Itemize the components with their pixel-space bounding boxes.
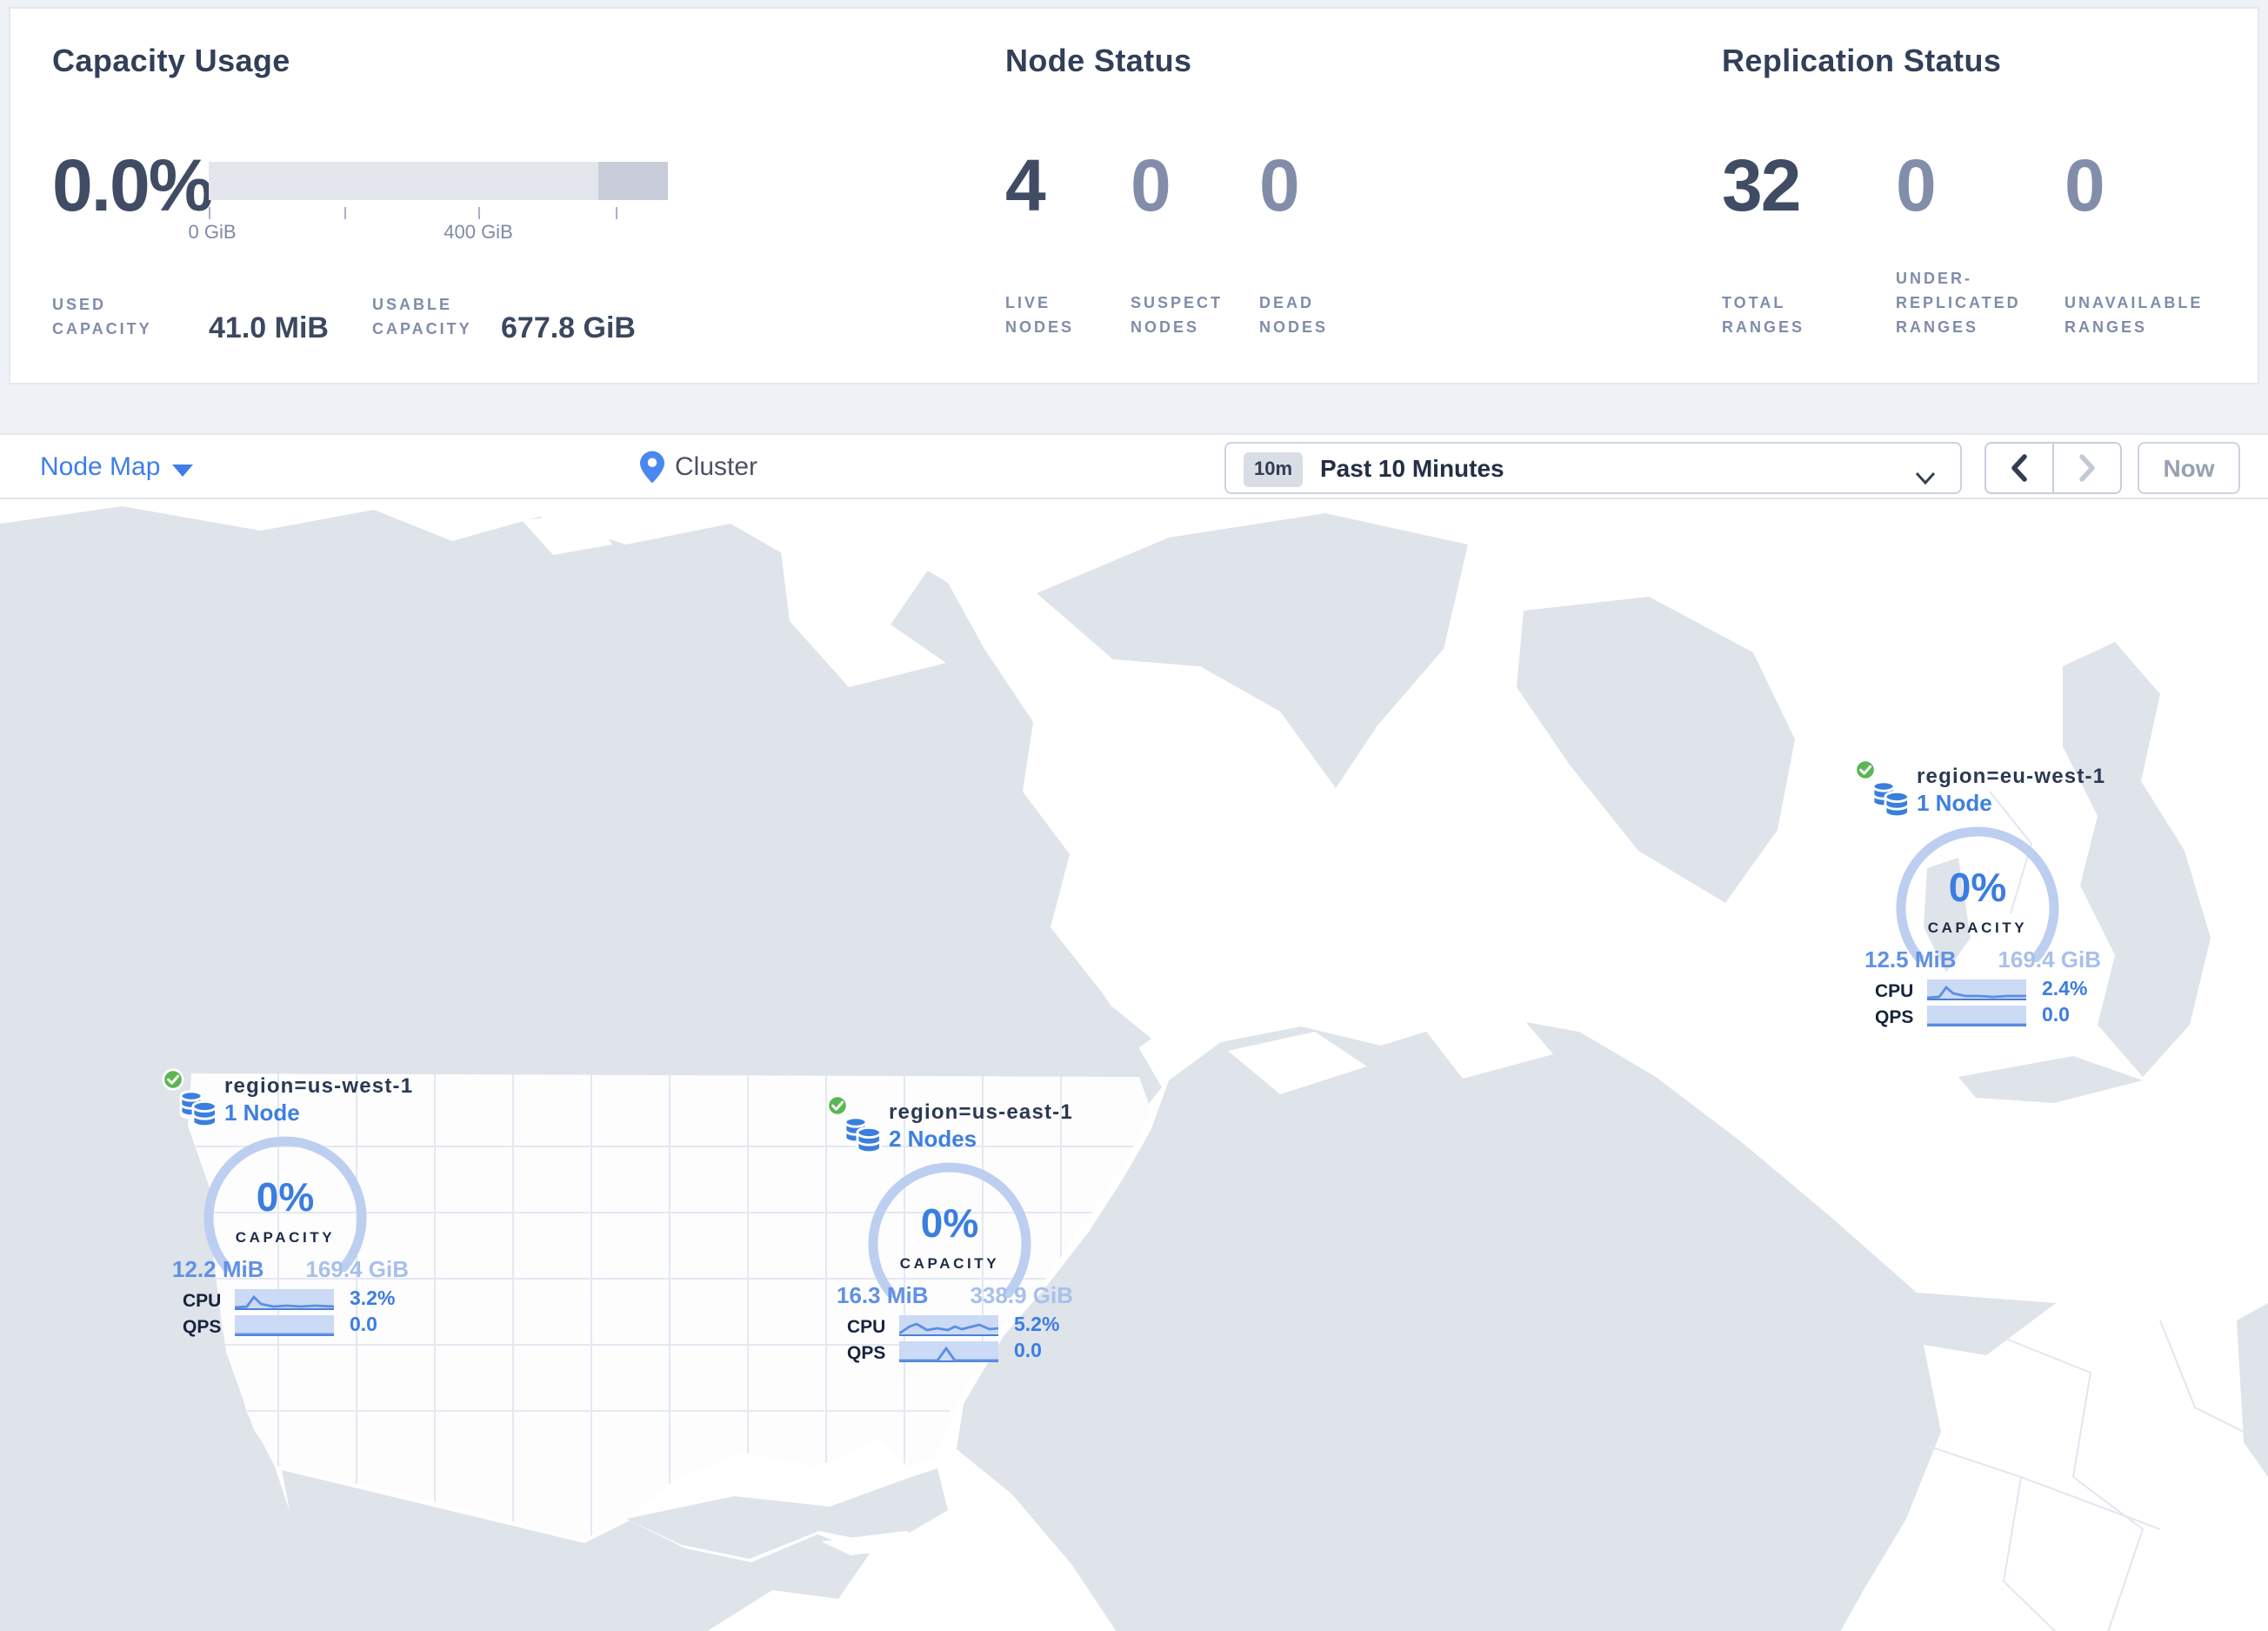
view-selector-dropdown[interactable]: Node Map [40, 452, 160, 482]
location-pin-icon [640, 451, 664, 492]
cpu-value: 2.4% [2042, 979, 2088, 1000]
region-name: region=us-west-1 [224, 1073, 414, 1098]
qps-sparkline [235, 1315, 334, 1336]
capacity-axis-tick [209, 207, 210, 219]
step-forward-button[interactable] [2053, 444, 2120, 492]
capacity-gauge-arc [202, 1134, 369, 1310]
node-map[interactable]: region=us-west-1 1 Node 0% CAPACITY 12.2… [0, 499, 2268, 1631]
capacity-gauge-percent: 0% [256, 1174, 315, 1220]
qps-sparkline [1927, 1006, 2026, 1026]
qps-value: 0.0 [2042, 1006, 2070, 1026]
database-icon [842, 1112, 884, 1166]
time-step-controls [1984, 442, 2122, 494]
dead-nodes-count: 0 [1259, 144, 1300, 226]
qps-label: QPS [847, 1343, 886, 1364]
capacity-gauge-percent: 0% [920, 1200, 979, 1246]
region-used-capacity: 12.5 MiB [1864, 946, 1957, 973]
node-status-title: Node Status [1005, 43, 1192, 78]
replication-status-title: Replication Status [1722, 43, 2002, 78]
usable-capacity-label: USABLE CAPACITY [372, 296, 472, 338]
usable-capacity-value: 677.8 GiB [501, 311, 636, 344]
time-range-select[interactable]: 10m Past 10 Minutes [1224, 442, 1962, 494]
qps-label: QPS [1875, 1007, 1914, 1028]
cpu-value: 5.2% [1014, 1315, 1060, 1336]
cpu-value: 3.2% [350, 1289, 396, 1310]
capacity-usage-bar [209, 162, 668, 200]
capacity-gauge-arc [1894, 825, 2061, 1000]
cluster-summary-panel: Capacity Usage 0.0% 0 GiB 400 GiB USED C… [9, 7, 2259, 384]
suspect-nodes-label: SUSPECT NODES [1131, 294, 1224, 336]
step-back-button[interactable] [1986, 444, 2053, 492]
cpu-sparkline [898, 1315, 999, 1336]
now-button[interactable]: Now [2138, 442, 2240, 494]
region-total-capacity: 169.4 GiB [305, 1256, 409, 1282]
used-capacity-label: USED CAPACITY [52, 296, 152, 338]
capacity-usage-percent: 0.0% [52, 144, 213, 226]
map-toolbar: Node Map Cluster 10m Past 10 Minutes Now [0, 433, 2268, 499]
time-range-label: Past 10 Minutes [1320, 454, 1504, 482]
region-nodes-link[interactable]: 2 Nodes [889, 1126, 977, 1152]
database-icon [177, 1086, 219, 1140]
region-used-capacity: 16.3 MiB [837, 1282, 929, 1308]
region-marker-eu-west-1[interactable]: region=eu-west-1 1 Node 0% CAPACITY 12.5… [1854, 759, 2115, 1037]
region-name: region=us-east-1 [889, 1100, 1073, 1124]
region-total-capacity: 338.9 GiB [970, 1282, 1073, 1308]
world-map [0, 499, 2268, 1631]
region-marker-us-west-1[interactable]: region=us-west-1 1 Node 0% CAPACITY 12.2… [162, 1068, 423, 1347]
chevron-down-icon [1915, 463, 1936, 494]
breadcrumb[interactable]: Cluster [675, 452, 757, 482]
chevron-down-icon [172, 465, 193, 477]
capacity-gauge-label: CAPACITY [1927, 919, 2028, 936]
unavailable-ranges-count: 0 [2065, 144, 2105, 226]
live-nodes-count: 4 [1005, 144, 1046, 226]
database-icon [1870, 776, 1911, 830]
cpu-label: CPU [1875, 981, 1914, 1002]
cpu-label: CPU [847, 1317, 886, 1338]
suspect-nodes-count: 0 [1131, 144, 1171, 226]
region-nodes-link[interactable]: 1 Node [1917, 790, 1992, 816]
capacity-gauge-label: CAPACITY [235, 1228, 336, 1246]
total-ranges-count: 32 [1722, 144, 1801, 226]
under-replicated-ranges-count: 0 [1896, 144, 1937, 226]
qps-label: QPS [183, 1317, 222, 1338]
time-range-badge: 10m [1244, 452, 1304, 487]
capacity-axis-label-0: 0 GiB [188, 223, 237, 244]
region-name: region=eu-west-1 [1917, 764, 2106, 788]
region-used-capacity: 12.2 MiB [172, 1256, 264, 1282]
capacity-usage-bar-reserved [598, 162, 668, 200]
capacity-axis-tick [478, 207, 480, 219]
cpu-sparkline [1926, 979, 2026, 1000]
qps-sparkline [899, 1341, 998, 1362]
capacity-axis-tick [616, 207, 617, 219]
qps-value: 0.0 [1014, 1341, 1042, 1362]
capacity-gauge-arc [866, 1160, 1033, 1336]
unavailable-ranges-label: UNAVAILABLE RANGES [2065, 294, 2204, 336]
under-replicated-ranges-label: UNDER-REPLICATED RANGES [1896, 270, 2021, 336]
live-nodes-label: LIVE NODES [1005, 294, 1075, 336]
capacity-usage-title: Capacity Usage [52, 43, 290, 78]
region-marker-us-east-1[interactable]: region=us-east-1 2 Nodes 0% CAPACITY 16.… [826, 1094, 1087, 1373]
cpu-label: CPU [183, 1291, 222, 1312]
capacity-gauge-percent: 0% [1948, 865, 2007, 910]
capacity-gauge-label: CAPACITY [899, 1254, 1000, 1272]
dead-nodes-label: DEAD NODES [1259, 294, 1329, 336]
total-ranges-label: TOTAL RANGES [1722, 294, 1805, 336]
cpu-sparkline [234, 1289, 335, 1310]
region-total-capacity: 169.4 GiB [1998, 946, 2101, 973]
capacity-axis-label-400: 400 GiB [444, 223, 513, 244]
region-nodes-link[interactable]: 1 Node [224, 1100, 300, 1126]
capacity-axis-tick [344, 207, 346, 219]
qps-value: 0.0 [350, 1315, 377, 1336]
used-capacity-value: 41.0 MiB [209, 311, 329, 344]
